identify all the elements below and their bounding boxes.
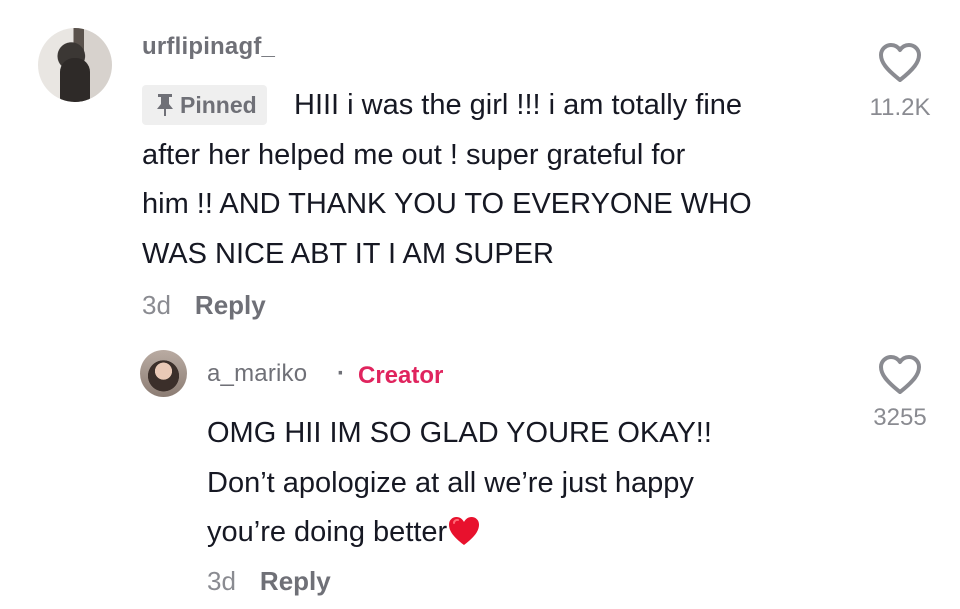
- heart-outline-icon[interactable]: [878, 354, 922, 396]
- comment-text-line: HIII i was the girl !!! i am totally fin…: [294, 89, 743, 121]
- pinned-badge: Pinned: [142, 85, 267, 125]
- like-count: 3255: [873, 404, 927, 431]
- reply-text-line: Don’t apologize at all we’re just happy: [207, 466, 694, 499]
- like-count: 11.2K: [869, 94, 931, 121]
- comment-age: 3d: [142, 290, 171, 320]
- reply-avatar[interactable]: [140, 350, 187, 397]
- reply-text-segment: you’re doing better: [207, 516, 448, 548]
- comment-text-line: after her helped me out ! super grateful…: [142, 138, 686, 171]
- red-heart-emoji-icon: [449, 517, 480, 545]
- comment-meta: 3d Reply: [142, 290, 266, 321]
- commenter-avatar[interactable]: [38, 28, 112, 102]
- reply-text-line-last: you’re doing better: [207, 508, 481, 558]
- pinned-label: Pinned: [180, 91, 257, 118]
- reply-username[interactable]: a_mariko: [207, 360, 307, 388]
- comment-text-line: him !! AND THANK YOU TO EVERYONE WHO: [142, 188, 752, 220]
- reply-text-line: OMG HII IM SO GLAD YOURE OKAY!!: [207, 417, 712, 449]
- reply-age: 3d: [207, 566, 236, 596]
- pin-icon: [157, 94, 173, 116]
- comment-text-line: WAS NICE ABT IT I AM SUPER: [142, 237, 555, 270]
- reply-button[interactable]: Reply: [260, 566, 331, 597]
- creator-badge: Creator: [358, 362, 444, 389]
- separator-dot: ·: [337, 360, 345, 387]
- avatar-figure: [60, 58, 90, 102]
- reply-meta: 3d Reply: [207, 566, 331, 597]
- heart-outline-icon[interactable]: [878, 42, 922, 84]
- comment-username[interactable]: urflipinagf_: [142, 33, 275, 61]
- reply-button[interactable]: Reply: [195, 290, 266, 321]
